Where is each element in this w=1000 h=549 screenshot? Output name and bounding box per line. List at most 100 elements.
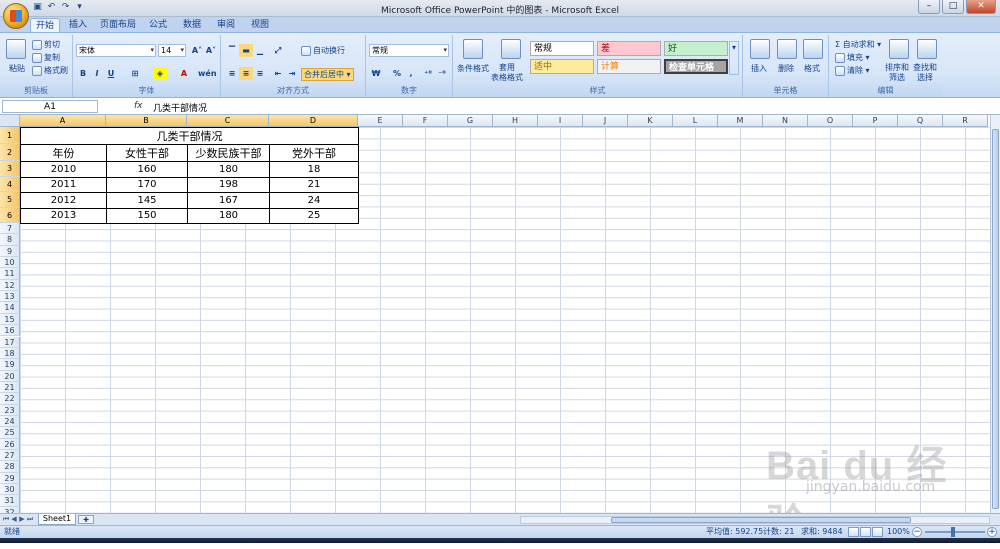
horizontal-scroll-thumb[interactable] — [611, 517, 911, 523]
orientation-icon[interactable]: ⤢ — [271, 44, 285, 57]
data-cell[interactable]: 21 — [269, 176, 359, 193]
decrease-indent-icon[interactable]: ⇤ — [271, 67, 285, 80]
insert-sheet-icon[interactable]: ✚ — [78, 515, 94, 524]
font-color-button[interactable]: A — [177, 67, 191, 80]
row-header[interactable]: 9 — [0, 245, 20, 258]
data-cell[interactable]: 25 — [269, 207, 359, 224]
column-header-f[interactable]: F — [403, 115, 448, 127]
column-header-k[interactable]: K — [628, 115, 673, 127]
data-cell[interactable]: 150 — [106, 207, 188, 224]
column-header-p[interactable]: P — [853, 115, 898, 127]
copy-button[interactable]: 复制 — [32, 52, 60, 63]
header-cell[interactable]: 党外干部 — [269, 144, 359, 162]
tab-page-layout[interactable]: 页面布局 — [98, 18, 138, 32]
page-break-view-icon[interactable] — [872, 527, 883, 537]
style-neutral[interactable]: 适中 — [530, 59, 594, 74]
find-select-button[interactable]: 查找和 选择 — [913, 63, 937, 83]
column-header-o[interactable]: O — [808, 115, 853, 127]
increase-indent-icon[interactable]: ⇥ — [285, 67, 299, 80]
format-painter-button[interactable]: 格式刷 — [32, 65, 68, 76]
row-header[interactable]: 22 — [0, 393, 20, 405]
row-header[interactable]: 21 — [0, 381, 20, 394]
row-header[interactable]: 12 — [0, 279, 20, 292]
column-header-n[interactable]: N — [763, 115, 808, 127]
row-header[interactable]: 31 — [0, 495, 20, 507]
row-header[interactable]: 17 — [0, 336, 20, 348]
shrink-font-button[interactable]: A˅ — [204, 44, 218, 57]
conditional-format-button[interactable]: 条件格式 — [457, 63, 489, 74]
data-cell[interactable]: 2010 — [20, 161, 107, 178]
tab-formulas[interactable]: 公式 — [144, 18, 172, 32]
table-format-button[interactable]: 套用 表格格式 — [491, 63, 523, 83]
row-header[interactable]: 26 — [0, 438, 20, 450]
column-header-i[interactable]: I — [538, 115, 583, 127]
borders-icon[interactable]: ⊞ — [128, 67, 142, 80]
fill-color-icon[interactable]: ◈ — [153, 67, 167, 80]
grow-font-button[interactable]: A˄ — [190, 44, 204, 57]
merge-center-button[interactable]: 合并后居中 ▾ — [301, 68, 354, 81]
sort-filter-button[interactable]: 排序和 筛选 — [885, 63, 909, 83]
insert-cells-button[interactable]: 插入 — [751, 63, 767, 74]
format-cells-icon[interactable] — [803, 39, 823, 59]
font-name-select[interactable]: 宋体 ▾ — [76, 44, 156, 57]
delete-cells-button[interactable]: 删除 — [778, 63, 794, 74]
column-header-h[interactable]: H — [493, 115, 538, 127]
row-header[interactable]: 10 — [0, 257, 20, 269]
data-cell[interactable]: 180 — [187, 207, 270, 224]
comma-button[interactable]: , — [404, 67, 418, 80]
row-header[interactable]: 23 — [0, 404, 20, 416]
row-header[interactable]: 27 — [0, 450, 20, 462]
row-header[interactable]: 16 — [0, 325, 20, 337]
align-bottom-icon[interactable]: ▁ — [253, 44, 267, 57]
style-normal[interactable]: 常规 — [530, 41, 594, 56]
horizontal-scrollbar[interactable] — [520, 516, 990, 524]
data-cell[interactable]: 160 — [106, 161, 188, 178]
column-header-q[interactable]: Q — [898, 115, 943, 127]
row-header[interactable]: 25 — [0, 427, 20, 439]
align-left-icon[interactable]: ≡ — [225, 67, 239, 80]
percent-button[interactable]: % — [390, 67, 404, 80]
tab-review[interactable]: 审阅 — [212, 18, 240, 32]
increase-decimal-icon[interactable]: ⁺⁰ — [421, 67, 435, 80]
sort-filter-icon[interactable] — [889, 39, 909, 59]
row-header[interactable]: 24 — [0, 415, 20, 428]
row-header[interactable]: 19 — [0, 359, 20, 371]
paste-icon[interactable] — [6, 39, 26, 59]
number-format-select[interactable]: 常规 ▾ — [369, 44, 449, 57]
data-cell[interactable]: 145 — [106, 192, 188, 209]
worksheet-grid[interactable]: ABCDEFGHIJKLMNOPQR 1 2 3 4 5 6 7 8 9 10 11 12 13 14 15… — [0, 115, 990, 513]
style-good[interactable]: 好 — [664, 41, 728, 56]
row-header[interactable]: 8 — [0, 234, 20, 246]
row-header[interactable]: 2 — [0, 144, 20, 161]
zoom-out-icon[interactable]: − — [912, 527, 922, 537]
data-cell[interactable]: 2013 — [20, 207, 107, 224]
zoom-slider[interactable] — [925, 531, 985, 533]
row-header[interactable]: 7 — [0, 223, 20, 235]
next-sheet-icon[interactable]: ▶ — [18, 515, 26, 524]
data-cell[interactable]: 198 — [187, 176, 270, 193]
fill-button[interactable]: 填充 ▾ — [835, 52, 870, 63]
insert-cells-icon[interactable] — [750, 39, 770, 59]
clear-button[interactable]: 清除 ▾ — [835, 65, 870, 76]
zoom-in-icon[interactable]: + — [987, 527, 997, 537]
column-header-d[interactable]: D — [269, 115, 358, 127]
tab-data[interactable]: 数据 — [178, 18, 206, 32]
zoom-level[interactable]: 100% — [887, 526, 910, 538]
row-header[interactable]: 28 — [0, 461, 20, 473]
close-button[interactable]: ✕ — [966, 0, 996, 14]
column-header-g[interactable]: G — [448, 115, 493, 127]
table-format-icon[interactable] — [501, 39, 521, 59]
styles-more-icon[interactable]: ▾ — [729, 41, 739, 75]
wrap-text-button[interactable]: 自动换行 — [301, 45, 345, 56]
column-header-j[interactable]: J — [583, 115, 628, 127]
column-header-r[interactable]: R — [943, 115, 988, 127]
insert-function-icon[interactable]: fx — [134, 101, 143, 111]
row-header[interactable]: 4 — [0, 176, 20, 192]
style-check-cell[interactable]: 检查单元格 — [664, 59, 728, 74]
paste-button[interactable]: 粘贴 — [9, 63, 25, 74]
phonetic-button[interactable]: wén — [197, 67, 217, 80]
row-header[interactable]: 15 — [0, 313, 20, 326]
row-header[interactable]: 5 — [0, 192, 20, 208]
align-center-icon[interactable]: ≡ — [239, 67, 253, 80]
row-header[interactable]: 6 — [0, 207, 20, 223]
